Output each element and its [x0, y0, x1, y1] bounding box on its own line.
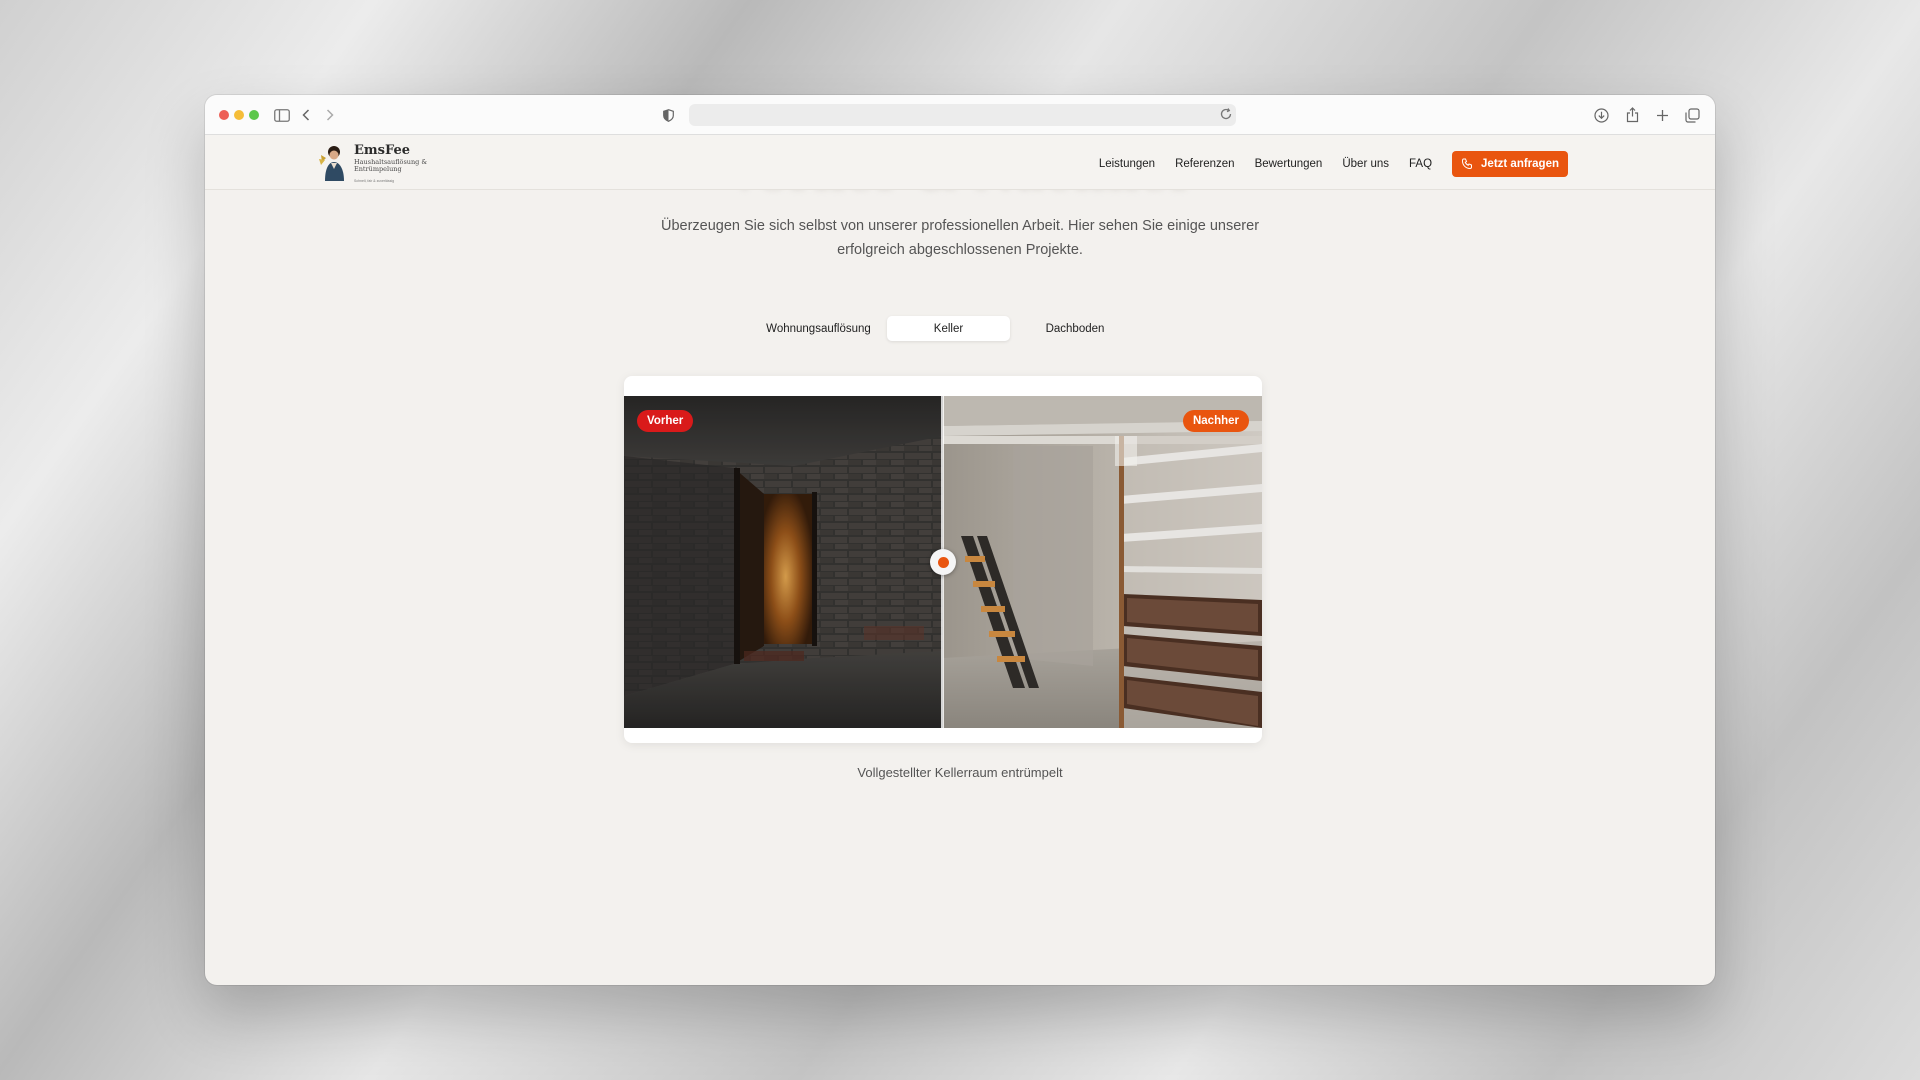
- after-badge: Nachher: [1182, 410, 1249, 432]
- browser-window: Vorher & Nachher EmsFee Haushaltsauflösu…: [205, 95, 1715, 985]
- reload-icon[interactable]: [1219, 107, 1233, 126]
- address-bar[interactable]: [689, 104, 1236, 126]
- request-quote-button[interactable]: Jetzt anfragen: [1452, 151, 1568, 177]
- phone-icon: [1462, 158, 1473, 170]
- new-tab-icon[interactable]: [1651, 104, 1673, 126]
- nav-link-bewertungen[interactable]: Bewertungen: [1255, 158, 1323, 170]
- minimize-window-button[interactable]: [234, 110, 244, 120]
- project-caption: Vollgestellter Kellerraum entrümpelt: [857, 765, 1063, 780]
- slider-handle-dot: [937, 556, 949, 568]
- tab-overview-icon[interactable]: [1681, 104, 1703, 126]
- site-header: EmsFee Haushaltsauflösung & Entrümpelung…: [205, 135, 1715, 190]
- before-badge: Vorher: [637, 410, 694, 432]
- tab-wohnungsaufloesung[interactable]: Wohnungsauflösung: [760, 316, 877, 341]
- brand-tagline: Schnell, fair & zuverlässig: [354, 179, 395, 183]
- browser-toolbar: [205, 95, 1715, 135]
- main-navigation: Leistungen Referenzen Bewertungen Über u…: [1099, 151, 1568, 177]
- intro-text: Überzeugen Sie sich selbst von unserer p…: [205, 214, 1715, 262]
- request-quote-label: Jetzt anfragen: [1481, 158, 1559, 170]
- brand-subtitle: Haushaltsauflösung & Entrümpelung: [354, 158, 428, 173]
- nav-link-referenzen[interactable]: Referenzen: [1175, 158, 1234, 170]
- intro-line-2: erfolgreich abgeschlossenen Projekte.: [837, 242, 1083, 258]
- forward-icon[interactable]: [319, 104, 341, 126]
- share-icon[interactable]: [1621, 104, 1643, 126]
- nav-link-leistungen[interactable]: Leistungen: [1099, 158, 1155, 170]
- slider-handle[interactable]: [930, 549, 956, 575]
- intro-line-1: Überzeugen Sie sich selbst von unserer p…: [660, 218, 1260, 234]
- privacy-shield-icon[interactable]: [657, 104, 679, 126]
- downloads-icon[interactable]: [1590, 104, 1612, 126]
- nav-link-ueber-uns[interactable]: Über uns: [1342, 158, 1389, 170]
- nav-link-faq[interactable]: FAQ: [1409, 158, 1432, 170]
- tab-keller[interactable]: Keller: [887, 316, 1010, 341]
- close-window-button[interactable]: [219, 110, 229, 120]
- before-image: [624, 396, 943, 728]
- sidebar-toggle-icon[interactable]: [271, 104, 293, 126]
- comparison-card: Vorher Nachher: [624, 376, 1262, 743]
- back-icon[interactable]: [295, 104, 317, 126]
- tab-dachboden[interactable]: Dachboden: [1015, 316, 1135, 341]
- after-image: [943, 396, 1262, 728]
- category-tabs: Wohnungsauflösung Keller Dachboden: [760, 316, 1160, 341]
- brand-name: EmsFee: [354, 143, 411, 158]
- zoom-window-button[interactable]: [249, 110, 259, 120]
- logo-fairy-icon: [319, 146, 344, 181]
- brand-logo[interactable]: EmsFee Haushaltsauflösung & Entrümpelung…: [317, 141, 437, 185]
- before-after-slider[interactable]: Vorher Nachher: [624, 396, 1262, 728]
